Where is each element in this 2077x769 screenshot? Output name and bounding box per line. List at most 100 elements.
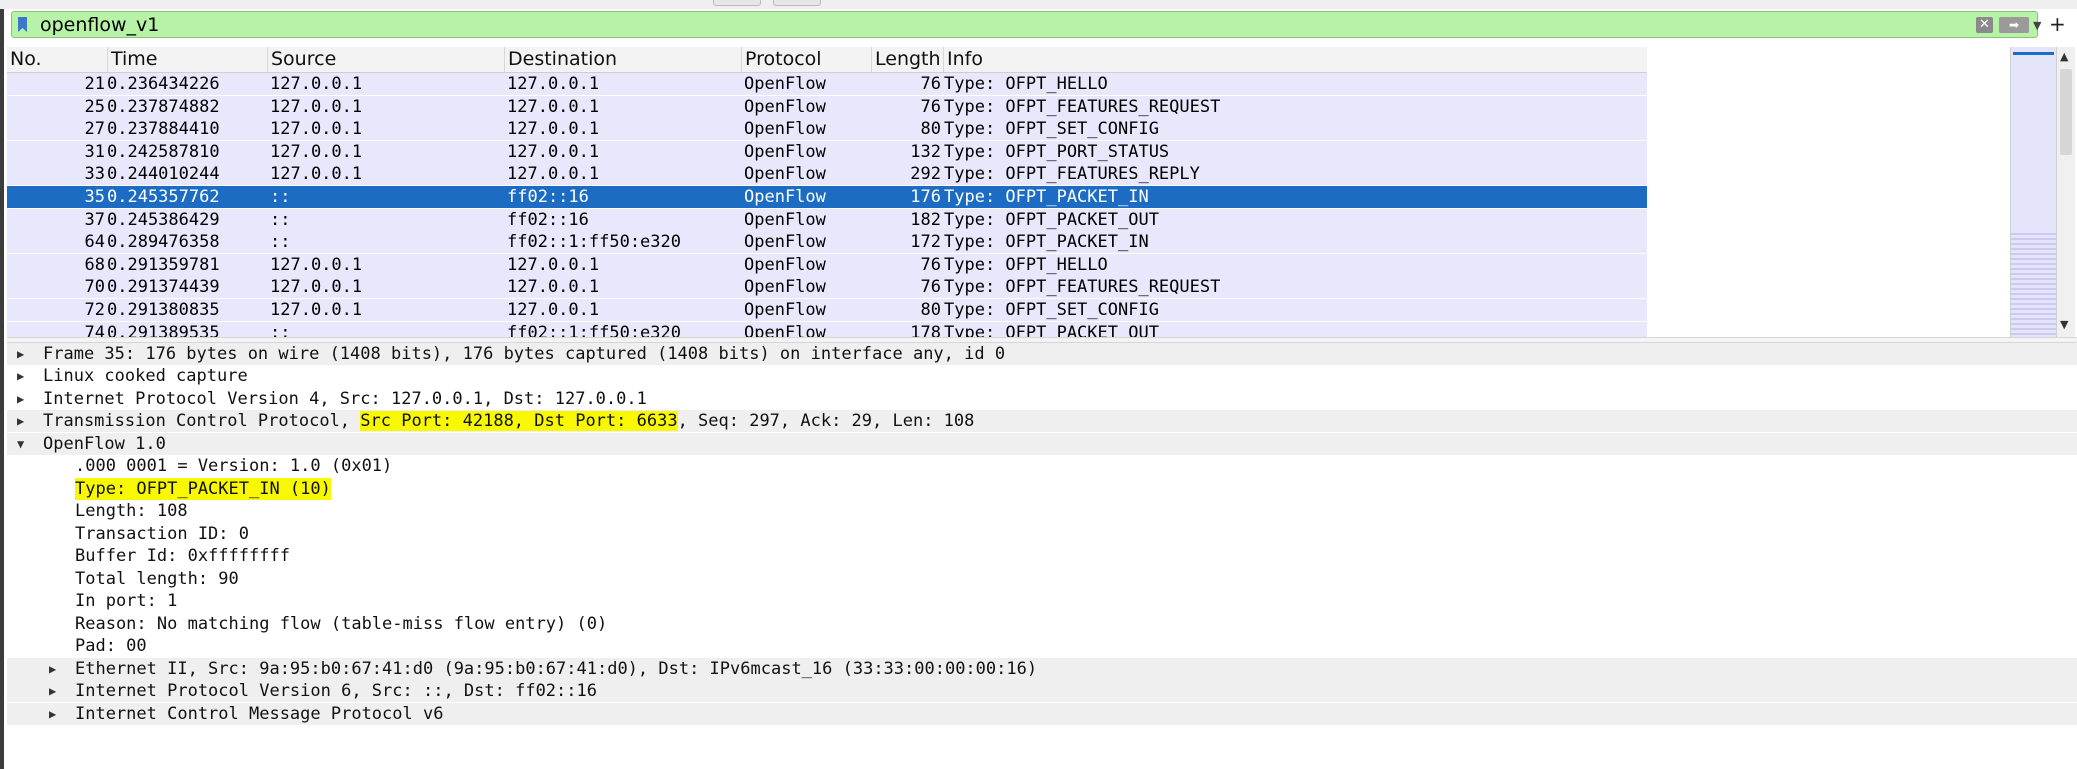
packet-row[interactable]: 25 0.237874882 127.0.0.1 127.0.0.1 OpenFlow 7…	[7, 95, 1647, 118]
packet-row[interactable]: 68 0.291359781 127.0.0.1 127.0.0.1 OpenFlow 7…	[7, 253, 1647, 276]
packet-row[interactable]: 72 0.291380835 127.0.0.1 127.0.0.1 OpenFlow 8…	[7, 299, 1647, 321]
cell-no: 35	[84, 187, 105, 207]
scrollbar-thumb[interactable]	[2060, 69, 2072, 155]
cell-protocol: OpenFlow	[744, 119, 826, 140]
packet-row[interactable]: 74 0.291389535:: ff02::1:ff50:e320 OpenFlow…	[7, 321, 1647, 337]
expand-triangle-icon[interactable]: ▶	[17, 388, 24, 410]
cell-destination: 127.0.0.1	[507, 141, 600, 162]
expand-triangle-icon[interactable]: ▶	[17, 365, 24, 387]
toolbar-button[interactable]	[773, 0, 821, 6]
packet-row[interactable]: 31 0.242587810 127.0.0.1 127.0.0.1 OpenFlow 1…	[7, 140, 1647, 163]
scroll-up-icon[interactable]: ▲	[2060, 50, 2068, 63]
cell-no: 25	[84, 96, 105, 117]
expand-triangle-icon[interactable]: ▶	[49, 680, 56, 702]
cell-destination: 127.0.0.1	[507, 96, 600, 117]
tree-item-reason[interactable]: Reason: No matching flow (table-miss flo…	[7, 613, 2077, 635]
packet-row[interactable]: 21 0.236434226 127.0.0.1 127.0.0.1 OpenFlow 7…	[7, 73, 1647, 95]
toolbar-strip	[0, 0, 2077, 9]
tree-item-ipv4[interactable]: ▶ Internet Protocol Version 4, Src: 127.…	[7, 388, 2077, 410]
cell-source: 127.0.0.1	[270, 164, 363, 185]
tree-item-buffer-id[interactable]: Buffer Id: 0xffffffff	[7, 545, 2077, 567]
column-header-time[interactable]: Time	[107, 47, 267, 72]
cell-info: Type: OFPT_FEATURES_REQUEST	[944, 96, 1221, 117]
column-header-no[interactable]: No.	[7, 47, 107, 72]
cell-info: Type: OFPT_PACKET_OUT	[944, 209, 1159, 230]
cell-info: Type: OFPT_FEATURES_REQUEST	[944, 277, 1221, 298]
cell-source: 127.0.0.1	[270, 96, 363, 117]
tree-item-total-length[interactable]: Total length: 90	[7, 568, 2077, 590]
tree-item-label: .000 0001 = Version: 1.0 (0x01)	[75, 456, 393, 476]
tree-item-label: Ethernet II, Src: 9a:95:b0:67:41:d0 (9a:…	[75, 659, 1038, 679]
cell-info: Type: OFPT_PACKET_IN	[944, 187, 1149, 207]
cell-no: 64	[84, 232, 105, 253]
column-header-protocol[interactable]: Protocol	[741, 47, 871, 72]
expand-triangle-icon[interactable]: ▶	[49, 703, 56, 725]
column-header-source[interactable]: Source	[267, 47, 504, 72]
cell-time: 0.289476358	[107, 232, 220, 253]
cell-destination: 127.0.0.1	[507, 254, 600, 275]
collapse-triangle-icon[interactable]: ▼	[17, 433, 24, 455]
scroll-down-icon[interactable]: ▼	[2060, 318, 2068, 331]
chevron-down-icon[interactable]: ▼	[2033, 19, 2041, 32]
tree-item-label: Pad: 00	[75, 636, 147, 656]
tree-item-pad[interactable]: Pad: 00	[7, 635, 2077, 657]
cell-source: 127.0.0.1	[270, 74, 363, 94]
packet-details[interactable]: ▶ Frame 35: 176 bytes on wire (1408 bits…	[7, 343, 2077, 769]
cell-no: 21	[84, 74, 105, 94]
tree-item-ipv6[interactable]: ▶ Internet Protocol Version 6, Src: ::, …	[7, 680, 2077, 702]
packet-row[interactable]: 37 0.245386429:: ff02::16 OpenFlow 182 Type: …	[7, 208, 1647, 231]
expand-triangle-icon[interactable]: ▶	[17, 410, 24, 432]
column-header-length[interactable]: Length	[871, 47, 943, 72]
tree-item-icmpv6[interactable]: ▶ Internet Control Message Protocol v6	[7, 703, 2077, 725]
cell-source: ::	[270, 209, 291, 230]
cell-source: ::	[270, 322, 291, 337]
tree-item-type[interactable]: Type: OFPT_PACKET_IN (10)	[7, 478, 2077, 500]
tree-item-label: Transmission Control Protocol, Src Port:…	[43, 410, 974, 432]
apply-arrow-icon[interactable]: ➡	[1999, 17, 2029, 33]
cell-protocol: OpenFlow	[744, 164, 826, 185]
cell-length: 182	[910, 209, 941, 230]
tree-item-in-port[interactable]: In port: 1	[7, 590, 2077, 612]
minimap-band	[2011, 233, 2056, 337]
expand-triangle-icon[interactable]: ▶	[49, 658, 56, 680]
packet-row[interactable]: 35 0.245357762:: ff02::16 OpenFlow 176 Type: …	[7, 186, 1647, 208]
column-header-destination[interactable]: Destination	[504, 47, 741, 72]
packet-list[interactable]: No. Time Source Destination Protocol Len…	[7, 47, 2010, 337]
tree-item-ethernet[interactable]: ▶ Ethernet II, Src: 9a:95:b0:67:41:d0 (9…	[7, 658, 2077, 680]
tree-item-frame[interactable]: ▶ Frame 35: 176 bytes on wire (1408 bits…	[7, 343, 2077, 365]
display-filter-input[interactable]	[40, 13, 1940, 37]
cell-destination: 127.0.0.1	[507, 74, 600, 94]
cell-destination: ff02::1:ff50:e320	[507, 322, 681, 337]
cell-destination: 127.0.0.1	[507, 119, 600, 140]
tree-item-transaction-id[interactable]: Transaction ID: 0	[7, 523, 2077, 545]
packet-list-rows: 21 0.236434226 127.0.0.1 127.0.0.1 OpenFlow 7…	[7, 73, 1647, 337]
packet-list-scrollbar[interactable]: ▲ ▼	[2056, 47, 2075, 337]
cell-source: ::	[270, 232, 291, 253]
tcp-ports-highlight: Src Port: 42188, Dst Port: 6633	[360, 411, 678, 431]
tree-item-version[interactable]: .000 0001 = Version: 1.0 (0x01)	[7, 455, 2077, 477]
packet-row[interactable]: 27 0.237884410 127.0.0.1 127.0.0.1 OpenFlow 8…	[7, 118, 1647, 141]
cell-info: Type: OFPT_SET_CONFIG	[944, 300, 1159, 320]
tree-item-label: Internet Protocol Version 4, Src: 127.0.…	[43, 389, 647, 409]
packet-minimap[interactable]	[2010, 47, 2056, 337]
cell-info: Type: OFPT_PORT_STATUS	[944, 141, 1170, 162]
cell-time: 0.245357762	[107, 187, 220, 207]
tree-item-linux-cooked[interactable]: ▶ Linux cooked capture	[7, 365, 2077, 387]
cell-no: 33	[84, 164, 105, 185]
packet-row[interactable]: 70 0.291374439 127.0.0.1 127.0.0.1 OpenFlow 7…	[7, 276, 1647, 299]
tree-item-openflow[interactable]: ▼ OpenFlow 1.0	[7, 433, 2077, 455]
toolbar-button[interactable]	[713, 0, 761, 6]
packet-row[interactable]: 64 0.289476358:: ff02::1:ff50:e320 OpenFlow…	[7, 231, 1647, 254]
clear-x-icon[interactable]: ✕	[1976, 17, 1993, 33]
cell-protocol: OpenFlow	[744, 277, 826, 298]
tree-item-label: Buffer Id: 0xffffffff	[75, 546, 290, 566]
tree-item-label: Type: OFPT_PACKET_IN (10)	[75, 478, 331, 500]
bookmark-icon[interactable]	[17, 16, 28, 33]
tree-item-tcp[interactable]: ▶ Transmission Control Protocol, Src Por…	[7, 410, 2077, 432]
tree-item-length[interactable]: Length: 108	[7, 500, 2077, 522]
add-filter-button[interactable]: +	[2049, 12, 2066, 36]
expand-triangle-icon[interactable]: ▶	[17, 343, 24, 365]
column-header-info[interactable]: Info	[943, 47, 1647, 72]
cell-time: 0.291359781	[107, 254, 220, 275]
packet-row[interactable]: 33 0.244010244 127.0.0.1 127.0.0.1 OpenFlow 2…	[7, 163, 1647, 186]
